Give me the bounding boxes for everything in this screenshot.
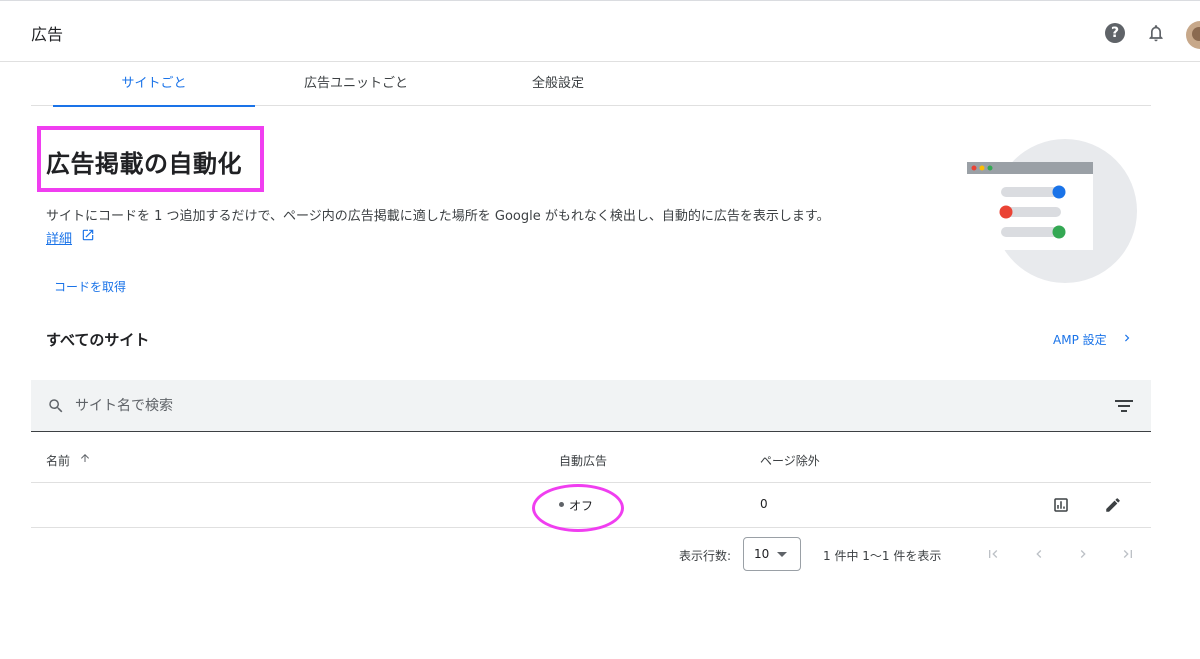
dropdown-caret-icon <box>777 552 787 557</box>
tab-general-settings[interactable]: 全般設定 <box>457 62 659 106</box>
column-header-name[interactable]: 名前 <box>46 452 70 469</box>
last-page-icon[interactable] <box>1120 545 1136 563</box>
rows-per-page-label: 表示行数: <box>679 549 732 563</box>
notifications-bell-icon[interactable] <box>1146 23 1166 43</box>
chevron-right-icon[interactable] <box>1120 331 1134 345</box>
tab-bar: サイトごと 広告ユニットごと 全般設定 <box>31 62 1151 107</box>
next-page-icon[interactable] <box>1075 545 1091 563</box>
page-exclusions-count: 0 <box>760 497 768 511</box>
app-title: 広告 <box>31 25 64 44</box>
first-page-icon[interactable] <box>985 545 1001 563</box>
sort-arrow-up-icon[interactable] <box>79 452 91 464</box>
amp-settings-link[interactable]: AMP 設定 <box>1053 331 1107 348</box>
column-header-page-exclusions: ページ除外 <box>760 454 820 468</box>
edit-pencil-icon[interactable] <box>1104 496 1122 514</box>
status-highlight-circle <box>532 484 624 532</box>
rows-per-page-value: 10 <box>754 547 770 561</box>
learn-more-link[interactable]: 詳細 <box>46 228 72 247</box>
site-search-input[interactable] <box>75 394 975 418</box>
column-header-auto-ads: 自動広告 <box>559 454 608 468</box>
previous-page-icon[interactable] <box>1031 545 1047 563</box>
user-avatar[interactable] <box>1186 21 1200 49</box>
top-app-bar: 広告 ? <box>0 0 1200 62</box>
auto-ads-illustration <box>967 139 1137 283</box>
all-sites-heading: すべてのサイト <box>46 331 150 349</box>
site-search-bar <box>31 380 1151 432</box>
rows-per-page-select[interactable]: 10 <box>743 537 801 571</box>
filter-icon[interactable] <box>1115 398 1133 414</box>
table-header: 名前 自動広告 ページ除外 <box>31 433 1151 483</box>
report-chart-icon[interactable] <box>1052 496 1070 514</box>
help-icon[interactable]: ? <box>1105 23 1125 43</box>
pagination-range: 1 件中 1〜1 件を表示 <box>823 549 942 563</box>
external-link-icon[interactable] <box>81 228 95 242</box>
search-icon <box>49 399 63 413</box>
tab-by-ad-unit[interactable]: 広告ユニットごと <box>255 62 457 106</box>
tab-by-site[interactable]: サイトごと <box>53 62 255 107</box>
get-code-button[interactable]: コードを取得 <box>54 278 126 295</box>
intro-description: サイトにコードを 1 つ追加するだけで、ページ内の広告掲載に適した場所を Goo… <box>46 209 830 224</box>
page-headline: 広告掲載の自動化 <box>46 150 242 178</box>
